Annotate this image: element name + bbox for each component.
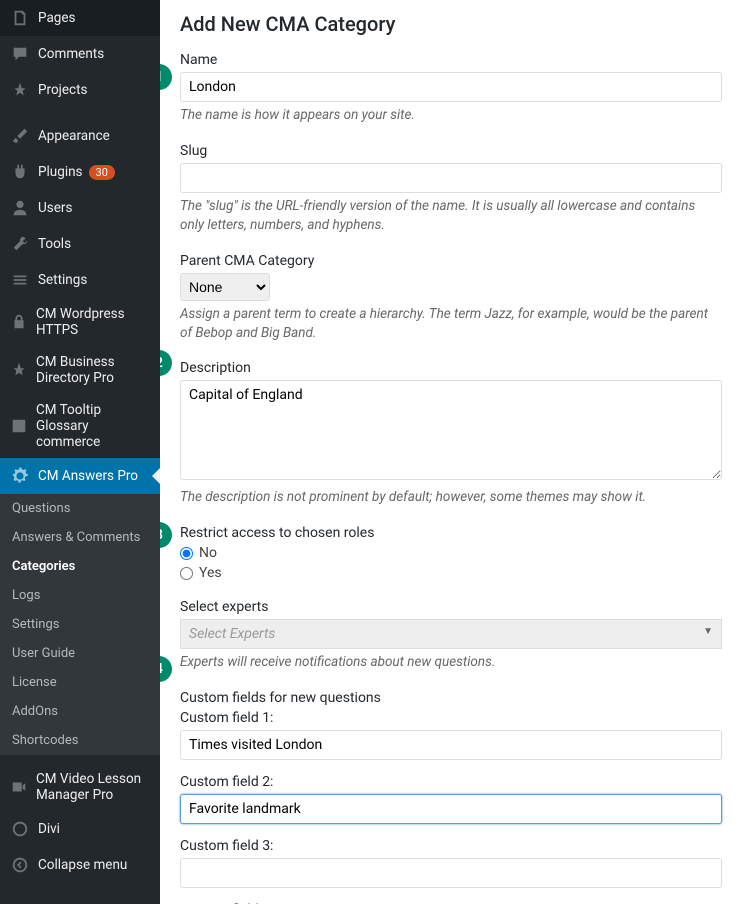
cf1-input[interactable] [180,730,722,760]
sidebar-item-pages[interactable]: Pages [0,0,160,36]
submenu-answers-comments[interactable]: Answers & Comments [0,523,160,552]
parent-select[interactable]: None [180,273,270,301]
slug-input[interactable] [180,163,722,193]
cf3-input[interactable] [180,858,722,888]
custom-heading: Custom fields for new questions [180,690,722,706]
submenu: Questions Answers & Comments Categories … [0,494,160,755]
pages-icon [10,8,30,28]
field-description: Description Capital of England The descr… [180,360,722,507]
restrict-no-label: No [199,545,217,561]
submenu-logs[interactable]: Logs [0,581,160,610]
field-restrict: Restrict access to chosen roles No Yes [180,525,722,581]
experts-label: Select experts [180,599,722,615]
brush-icon [10,126,30,146]
sidebar-item-label: Projects [38,82,88,98]
main-content: 1 2 3 4 Add New CMA Category Name The na… [160,0,742,904]
sidebar-item-tools[interactable]: Tools [0,226,160,262]
admin-sidebar: Pages Comments Projects Appearance Plugi… [0,0,160,904]
lock-icon [10,312,28,332]
sidebar-item-cm-video[interactable]: CM Video Lesson Manager Pro [0,763,160,811]
sidebar-item-label: Settings [38,272,87,288]
video-icon [10,777,28,797]
description-label: Description [180,360,722,376]
description-textarea[interactable]: Capital of England [180,380,722,480]
cf1-label: Custom field 1: [180,710,722,726]
sidebar-item-label: CM Wordpress HTTPS [36,306,150,338]
pin-icon [10,360,28,380]
sidebar-item-label: Pages [38,10,76,26]
submenu-addons[interactable]: AddOns [0,697,160,726]
submenu-settings[interactable]: Settings [0,610,160,639]
annotation-badge-1: 1 [160,64,172,90]
sidebar-item-divi[interactable]: Divi [0,811,160,847]
cf2-input[interactable] [180,794,722,824]
field-custom: Custom fields for new questions Custom f… [180,690,722,904]
sidebar-item-label: Comments [38,46,104,62]
wrench-icon [10,234,30,254]
cf2-label: Custom field 2: [180,774,722,790]
description-help: The description is not prominent by defa… [180,488,722,507]
name-label: Name [180,52,722,68]
pin-icon [10,80,30,100]
annotation-badge-4: 4 [160,656,172,682]
sidebar-item-appearance[interactable]: Appearance [0,118,160,154]
sidebar-item-cm-answers[interactable]: CM Answers Pro [0,458,160,494]
sidebar-item-label: Collapse menu [38,857,127,873]
sidebar-item-collapse[interactable]: Collapse menu [0,847,160,883]
field-parent: Parent CMA Category None Assign a parent… [180,253,722,343]
user-icon [10,198,30,218]
restrict-no-radio[interactable] [180,547,193,560]
sliders-icon [10,270,30,290]
sidebar-item-label: CM Tooltip Glossary commerce [36,402,150,450]
plugin-icon [10,162,30,182]
sidebar-item-cm-directory[interactable]: CM Business Directory Pro [0,346,160,394]
submenu-license[interactable]: License [0,668,160,697]
field-name: Name The name is how it appears on your … [180,52,722,125]
field-slug: Slug The "slug" is the URL-friendly vers… [180,143,722,235]
cf3-label: Custom field 3: [180,838,722,854]
sidebar-item-label: CM Video Lesson Manager Pro [36,771,150,803]
collapse-icon [10,855,30,875]
sidebar-item-settings[interactable]: Settings [0,262,160,298]
comments-icon [10,44,30,64]
field-experts: Select experts Select Experts Experts wi… [180,599,722,672]
experts-help: Experts will receive notifications about… [180,653,722,672]
sidebar-item-plugins[interactable]: Plugins 30 [0,154,160,190]
annotation-badge-2: 2 [160,350,172,376]
sidebar-item-cm-https[interactable]: CM Wordpress HTTPS [0,298,160,346]
gear-icon [10,466,30,486]
experts-select[interactable]: Select Experts [180,619,722,649]
sidebar-item-comments[interactable]: Comments [0,36,160,72]
sidebar-item-label: Tools [38,236,71,252]
annotation-badge-3: 3 [160,522,172,548]
sidebar-item-label: Appearance [38,128,110,144]
sidebar-item-users[interactable]: Users [0,190,160,226]
page-title: Add New CMA Category [180,12,722,36]
sidebar-item-cm-glossary[interactable]: CM Tooltip Glossary commerce [0,394,160,458]
glossary-icon [10,416,28,436]
sidebar-item-label: Users [38,200,72,216]
sidebar-item-projects[interactable]: Projects [0,72,160,108]
slug-help: The "slug" is the URL-friendly version o… [180,197,722,235]
parent-help: Assign a parent term to create a hierarc… [180,305,722,343]
restrict-yes-radio[interactable] [180,567,193,580]
slug-label: Slug [180,143,722,159]
sidebar-item-label: CM Business Directory Pro [36,354,150,386]
submenu-user-guide[interactable]: User Guide [0,639,160,668]
name-help: The name is how it appears on your site. [180,106,722,125]
restrict-yes-label: Yes [199,565,222,581]
name-input[interactable] [180,72,722,102]
sidebar-item-label: CM Answers Pro [38,468,138,484]
sidebar-item-label: Divi [38,821,60,837]
sidebar-item-label: Plugins [38,164,83,180]
submenu-questions[interactable]: Questions [0,494,160,523]
submenu-categories[interactable]: Categories [0,552,160,581]
divi-icon [10,819,30,839]
parent-label: Parent CMA Category [180,253,722,269]
restrict-label: Restrict access to chosen roles [180,525,722,541]
plugin-count-badge: 30 [89,165,115,180]
submenu-shortcodes[interactable]: Shortcodes [0,726,160,755]
